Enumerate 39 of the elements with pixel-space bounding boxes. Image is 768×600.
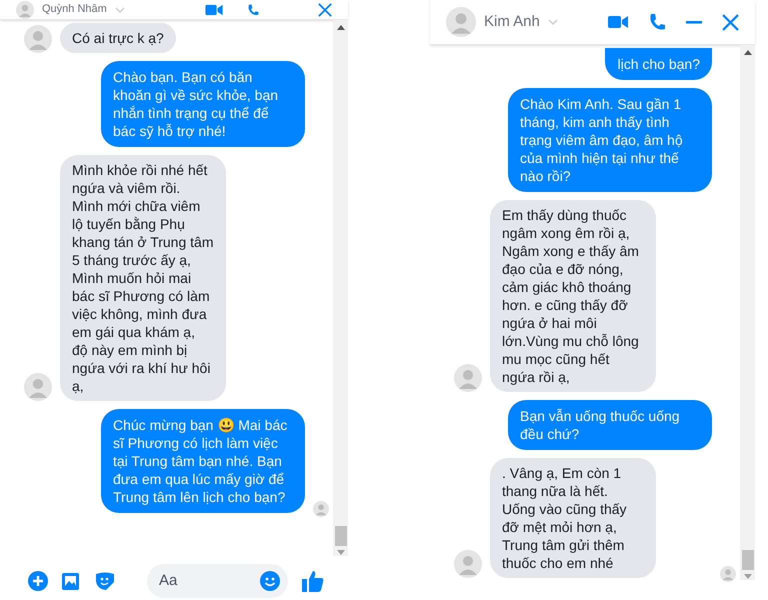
contact-name[interactable]: Kim Anh [484,10,540,34]
scrollbar[interactable] [333,20,348,556]
received-message: Em thấy dùng thuốc ngâm xong êm rồi ạ, Ngâm xong e thấy âm đạo của e đỡ nóng, cảm giác khô thoáng hơn. e cũng thấy đỡ ngứa ở hai môi lớn.Vùng mu chỗ lông mu mọc cũng hết ngứa rồi ạ, [490,200,656,392]
received-message: Có ai trực k ạ? [60,23,176,53]
message-input[interactable]: Aa [147,564,288,598]
emoji-icon[interactable] [260,571,280,591]
received-message: Mình khỏe rồi nhé hết ngứa và viêm rồi. Mình mới chữa viêm lộ tuyến bằng Phụ khang tán ở Trung tâm 5 tháng trước ấy ạ, Mình muốn hỏi mai bác sĩ Phương có làm việc không, mình đưa em gái qua khám ạ, độ này em mình bị ngứa với ra khí hư hôi ạ, [60,155,226,401]
sent-message: Chúc mừng bạn 😃 Mai bác sĩ Phương có lịch làm việc tại Trung tâm bạn nhé. Bạn đưa em qua lúc mấy giờ để Trung tâm lên lịch cho bạn? [101,409,305,513]
video-camera-icon[interactable] [204,4,224,16]
scroll-thumb[interactable] [334,526,346,546]
seen-avatar [720,566,736,582]
scroll-thumb[interactable] [742,550,754,570]
sent-message: Bạn vẫn uống thuốc uống đều chứ? [508,400,712,450]
scroll-up-arrow-icon[interactable] [336,24,344,30]
scroll-down-arrow-icon[interactable] [744,574,752,580]
contact-avatar [446,7,476,37]
image-icon[interactable] [62,571,81,591]
sender-avatar [24,373,52,401]
sent-message: Chào Kim Anh. Sau gần 1 tháng, kim anh thấy tình trạng viêm âm đạo, âm hộ của mình hiện tại như thế nào rồi? [508,88,712,192]
minimize-icon[interactable] [686,20,702,24]
received-message: . Vâng ạ, Em còn 1 thang nữa là hết. Uống vào cũng thấy đỡ mệt mỏi hơn ạ, Trung tâm gửi thêm thuốc cho em nhé [490,458,656,578]
scroll-up-arrow-icon[interactable] [744,49,752,55]
plus-icon[interactable] [28,571,48,591]
sender-avatar [454,364,482,392]
seen-avatar [313,501,329,517]
close-icon[interactable] [318,2,332,16]
contact-name[interactable]: Quỳnh Nhâm [42,1,107,18]
close-icon[interactable] [722,14,739,30]
phone-icon[interactable] [648,13,666,31]
thumbs-up-icon[interactable] [302,570,324,592]
scrollbar[interactable] [740,45,755,580]
message-text-input[interactable]: Aa [159,570,259,592]
sent-message: lịch cho bạn? [605,48,712,80]
sticker-icon[interactable] [95,571,115,591]
sent-message: Chào bạn. Bạn có băn khoăn gì về sức khỏe, bạn nhắn tình trạng cụ thể để bác sỹ hỗ trợ nhé! [101,61,305,147]
sender-avatar [24,25,52,53]
video-camera-icon[interactable] [608,14,628,30]
sender-avatar [454,550,482,578]
scroll-down-arrow-icon[interactable] [336,550,344,556]
